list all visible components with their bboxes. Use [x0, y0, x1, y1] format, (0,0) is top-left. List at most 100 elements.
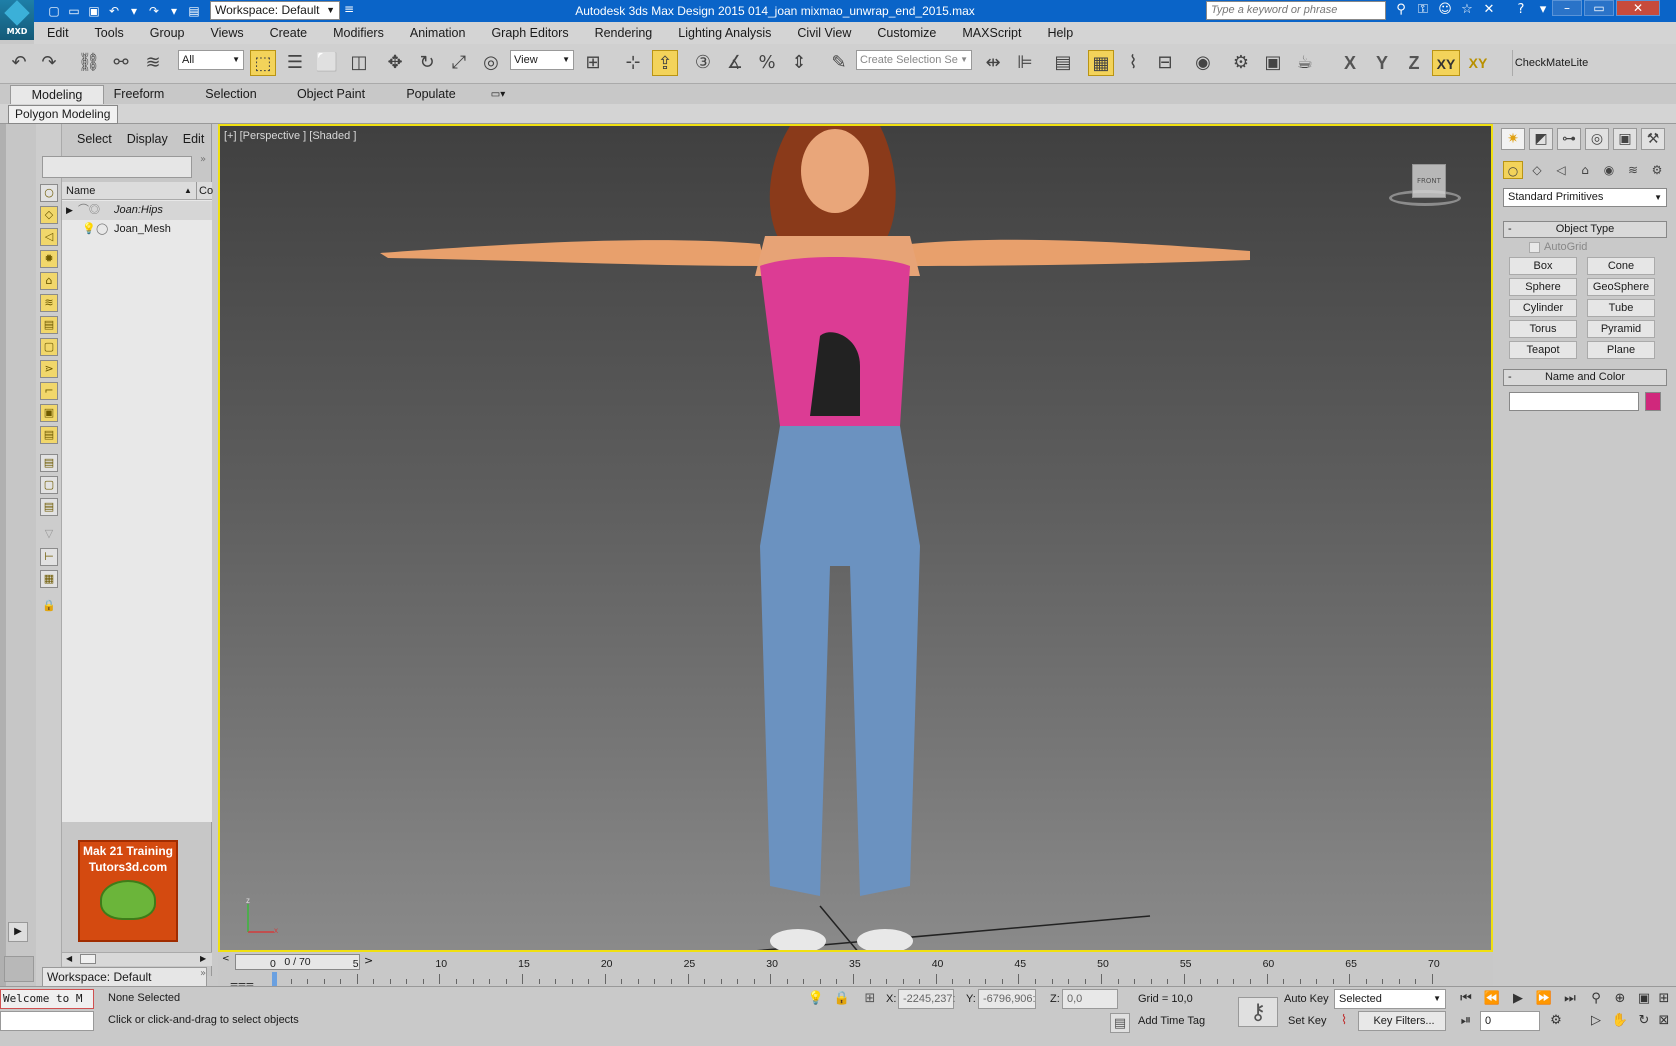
curve-editor-icon[interactable]: ⌇	[1120, 50, 1146, 76]
display-helpers-icon[interactable]: ≋	[40, 294, 58, 312]
set-key-button[interactable]: Set Key	[1288, 1011, 1327, 1031]
menu-rendering[interactable]: Rendering	[582, 26, 666, 40]
hierarchy-icon[interactable]: ⊢	[40, 548, 58, 566]
menu-help[interactable]: Help	[1034, 26, 1086, 40]
save-icon[interactable]: ▣	[86, 3, 102, 19]
torus-button[interactable]: Torus	[1509, 320, 1577, 338]
display-containers-icon[interactable]: ▣	[40, 404, 58, 422]
tab-object-paint[interactable]: Object Paint	[290, 85, 372, 104]
hierarchy-tab-icon[interactable]: ⊶	[1557, 128, 1581, 150]
maximize-viewport-icon[interactable]: ⊠	[1652, 1011, 1676, 1031]
tube-button[interactable]: Tube	[1587, 299, 1655, 317]
z-coordinate-field[interactable]: 0,0	[1062, 989, 1118, 1009]
new-file-icon[interactable]: ▢	[46, 3, 62, 19]
menu-edit[interactable]: Edit	[34, 26, 82, 40]
search-input[interactable]: Type a keyword or phrase	[1206, 1, 1386, 20]
y-coordinate-field[interactable]: -6796,906:	[978, 989, 1036, 1009]
perspective-viewport[interactable]: [+] [Perspective ] [Shaded ] FRONT z x	[218, 124, 1493, 952]
display-none-list-icon[interactable]: ▢	[40, 476, 58, 494]
default-tangent-icon[interactable]: ⌇	[1334, 1011, 1354, 1031]
scale-icon[interactable]: ⤢	[446, 50, 472, 76]
display-geometry-icon[interactable]: ◇	[40, 206, 58, 224]
object-type-rollout-header[interactable]: - Object Type	[1503, 221, 1667, 238]
keyboard-shortcut-override-icon[interactable]: ⇪	[652, 50, 678, 76]
dock-handle[interactable]	[0, 124, 6, 986]
menu-group[interactable]: Group	[137, 26, 198, 40]
menu-lighting-analysis[interactable]: Lighting Analysis	[665, 26, 784, 40]
select-by-name-icon[interactable]: ☰	[282, 50, 308, 76]
find-icon[interactable]: ▦	[40, 570, 58, 588]
maxscript-listener-line[interactable]: Welcome to M	[0, 989, 94, 1009]
shapes-icon[interactable]: ◇	[1527, 161, 1547, 179]
undo-icon[interactable]: ↶	[106, 3, 122, 19]
material-editor-icon[interactable]: ◉	[1190, 50, 1216, 76]
schematic-view-icon[interactable]: ⊟	[1152, 50, 1178, 76]
angle-snap-icon[interactable]: ∡	[722, 50, 748, 76]
menu-modifiers[interactable]: Modifiers	[320, 26, 397, 40]
modify-tab-icon[interactable]: ◩	[1529, 128, 1553, 150]
display-tab-icon[interactable]: ▣	[1613, 128, 1637, 150]
place-icon[interactable]: ◎	[478, 50, 504, 76]
axis-z-button[interactable]: Z	[1400, 50, 1428, 76]
selection-lock-icon[interactable]: 🔒	[832, 989, 852, 1009]
unlink-icon[interactable]: ⚯	[108, 50, 134, 76]
checkmate-button[interactable]: CheckMateLite	[1512, 50, 1590, 76]
spinner-snap-icon[interactable]: ⇕	[786, 50, 812, 76]
redo-icon[interactable]: ↷	[36, 50, 62, 76]
display-all-icon[interactable]: ▤	[40, 454, 58, 472]
column-other-header[interactable]: Co	[196, 182, 213, 200]
pivot-center-icon[interactable]: ⊞	[580, 50, 606, 76]
rendered-frame-icon[interactable]: ▣	[1260, 50, 1286, 76]
scene-explorer-toggle-icon[interactable]: ▦	[1088, 50, 1114, 76]
primitive-category-dropdown[interactable]: Standard Primitives ▼	[1503, 188, 1667, 207]
explorer-search-input[interactable]	[42, 156, 192, 178]
expand-double-arrow-icon[interactable]: »	[200, 154, 206, 165]
menu-create[interactable]: Create	[257, 26, 321, 40]
render-setup-icon[interactable]: ⚙	[1228, 50, 1254, 76]
filter-icon[interactable]: ▽	[40, 526, 58, 544]
layer-manager-icon[interactable]: ▤	[1050, 50, 1076, 76]
named-selection-sets-dropdown[interactable]: Create Selection Se ▼	[856, 50, 972, 70]
sphere-button[interactable]: Sphere	[1509, 278, 1577, 296]
cylinder-button[interactable]: Cylinder	[1509, 299, 1577, 317]
time-prev-icon[interactable]: <	[222, 954, 230, 964]
expand-arrow-icon[interactable]: ▶	[8, 922, 28, 942]
link-icon[interactable]: ⛓	[76, 50, 102, 76]
explorer-menu-edit[interactable]: Edit	[168, 132, 205, 150]
display-spacewarps-icon[interactable]: ▤	[40, 316, 58, 334]
menu-customize[interactable]: Customize	[864, 26, 949, 40]
expand-double-arrow-icon[interactable]: »	[200, 968, 206, 979]
table-row[interactable]: 💡 ◯ Joan_Mesh	[62, 220, 212, 239]
go-to-end-icon[interactable]: ⏭	[1558, 989, 1582, 1009]
cameras-icon[interactable]: ⌂	[1575, 161, 1595, 179]
time-tag-icon[interactable]: ▤	[1110, 1013, 1130, 1033]
minilistener-icon[interactable]	[4, 956, 34, 982]
menu-animation[interactable]: Animation	[397, 26, 479, 40]
x-coordinate-field[interactable]: -2245,237:	[898, 989, 956, 1009]
scroll-right-icon[interactable]: ▶	[200, 954, 206, 963]
tab-freeform[interactable]: Freeform	[104, 85, 174, 104]
ribbon-options-icon[interactable]: ▭▾	[484, 85, 512, 104]
window-crossing-icon[interactable]: ◫	[346, 50, 372, 76]
scroll-thumb[interactable]	[80, 954, 96, 964]
selection-filter-dropdown[interactable]: All ▼	[178, 50, 244, 70]
current-frame-field[interactable]: 0	[1480, 1011, 1540, 1031]
object-name-input[interactable]	[1509, 392, 1639, 411]
project-folder-icon[interactable]: ▤	[186, 3, 202, 19]
minimize-button[interactable]: –	[1552, 0, 1582, 16]
invert-display-icon[interactable]: ▤	[40, 498, 58, 516]
axis-xy-button[interactable]: XY	[1432, 50, 1460, 76]
snaps-toggle-icon[interactable]: ③	[690, 50, 716, 76]
axis-y-button[interactable]: Y	[1368, 50, 1396, 76]
app-logo-icon[interactable]: MXD	[0, 0, 34, 40]
add-time-tag[interactable]: Add Time Tag	[1138, 1011, 1205, 1031]
teapot-button[interactable]: Teapot	[1509, 341, 1577, 359]
rotate-icon[interactable]: ↻	[414, 50, 440, 76]
workspace-bottom-dropdown[interactable]: Workspace: Default	[42, 967, 207, 987]
select-object-icon[interactable]: ⬚	[250, 50, 276, 76]
polygon-modeling-panel[interactable]: Polygon Modeling	[8, 105, 118, 124]
motion-tab-icon[interactable]: ◎	[1585, 128, 1609, 150]
isolate-selection-icon[interactable]: 💡	[806, 989, 826, 1009]
autogrid-checkbox[interactable]: AutoGrid	[1529, 241, 1587, 253]
axis-x-button[interactable]: X	[1336, 50, 1364, 76]
